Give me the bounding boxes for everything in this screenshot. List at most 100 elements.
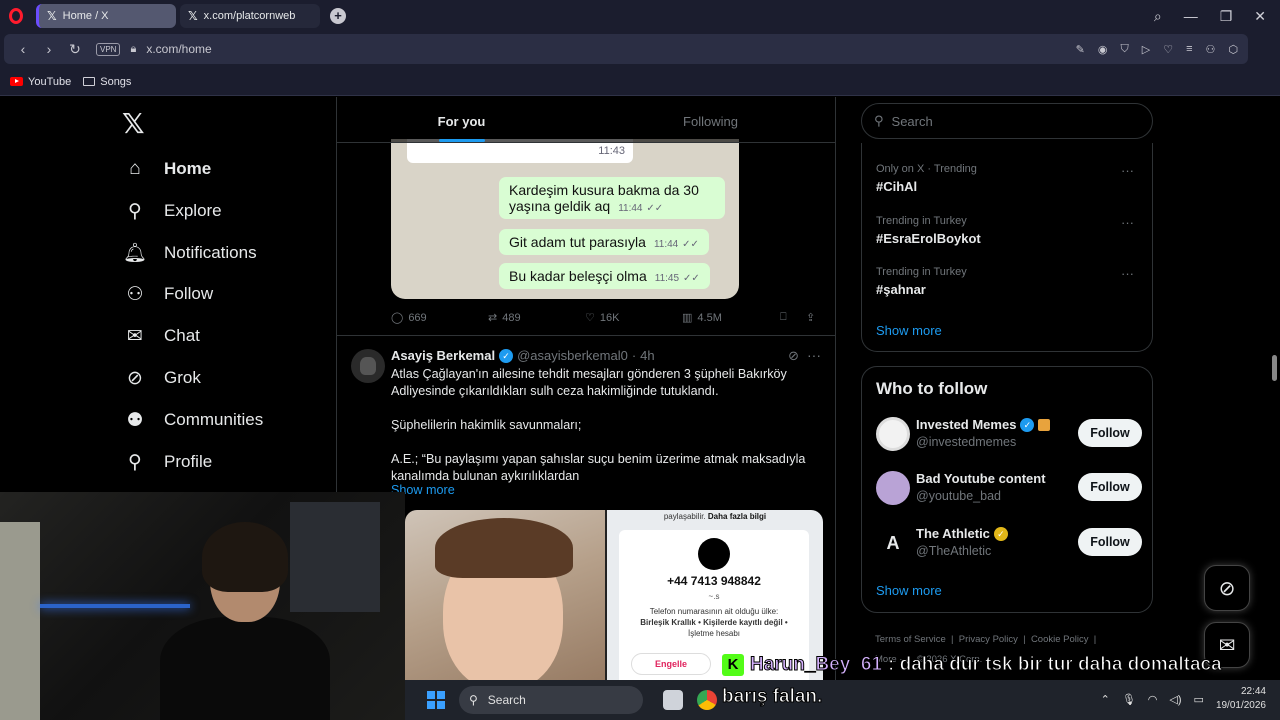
vpn-badge[interactable]: VPN bbox=[96, 42, 121, 56]
new-tab-button[interactable]: + bbox=[330, 8, 346, 24]
share-button[interactable]: ⇪ bbox=[806, 311, 815, 324]
nav-follow[interactable]: ⚇ Follow bbox=[124, 279, 213, 309]
browser-tab-bar: 𝕏 Home / X 𝕏 x.com/platcornweb + ⌕ — ❐ ✕ bbox=[0, 0, 1280, 32]
play-icon[interactable]: ▷ bbox=[1142, 43, 1150, 56]
trend-meta: Trending in Turkey bbox=[876, 215, 967, 227]
avatar[interactable] bbox=[876, 471, 910, 505]
more-options-icon[interactable]: ··· bbox=[1121, 215, 1134, 230]
wifi-icon[interactable]: ◠ bbox=[1148, 693, 1158, 706]
author-handle[interactable]: @asayisberkemal0 bbox=[517, 348, 628, 363]
windows-start-icon[interactable] bbox=[427, 691, 445, 709]
tab-home-x[interactable]: 𝕏 Home / X bbox=[36, 4, 176, 28]
search-input[interactable]: ⚲ Search bbox=[861, 103, 1153, 139]
trends-show-more[interactable]: Show more bbox=[876, 323, 942, 338]
more-options-icon[interactable]: ··· bbox=[1121, 266, 1134, 281]
post-time[interactable]: 4h bbox=[640, 348, 654, 363]
country-line: Birleşik Krallık • Kişilerde kayıtlı değ… bbox=[640, 618, 788, 627]
camera-icon[interactable]: ◉ bbox=[1098, 43, 1108, 56]
author-name[interactable]: Asayiş Berkemal bbox=[391, 348, 495, 363]
scrollbar-thumb[interactable] bbox=[1272, 355, 1277, 381]
the-athletic-logo-icon[interactable]: A bbox=[876, 526, 910, 560]
microphone-icon[interactable]: 🎙︎ bbox=[1122, 693, 1136, 706]
footer-link[interactable]: Terms of Service bbox=[875, 634, 946, 645]
nav-label: Explore bbox=[164, 201, 222, 220]
nav-chat[interactable]: ✉ Chat bbox=[124, 321, 200, 351]
shield-icon[interactable]: ⛉ bbox=[1121, 43, 1129, 56]
battery-icon[interactable]: ▭ bbox=[1194, 693, 1204, 706]
post-text: Atlas Çağlayan'ın ailesine tehdit mesajl… bbox=[391, 366, 823, 502]
grok-icon[interactable]: ⊘ bbox=[788, 348, 799, 364]
nav-grok[interactable]: ⊘ Grok bbox=[124, 363, 201, 393]
nav-communities[interactable]: ⚉ Communities bbox=[124, 405, 263, 435]
who-to-follow-show-more[interactable]: Show more bbox=[876, 583, 942, 598]
bell-icon: 🔔︎ bbox=[122, 243, 148, 264]
account-icon[interactable]: ⚇ bbox=[1206, 43, 1216, 56]
heart-icon[interactable]: ♡ bbox=[1163, 43, 1173, 56]
contact-country: Telefon numarasının ait olduğu ülke: Bir… bbox=[619, 606, 809, 639]
nav-home[interactable]: ⌂ Home bbox=[124, 154, 211, 184]
follow-suggestion[interactable]: Bad Youtube content @youtube_bad Follow bbox=[876, 468, 1142, 508]
views-count: 4.5M bbox=[697, 311, 722, 324]
page-scrollbar[interactable] bbox=[1270, 100, 1278, 381]
task-view-icon[interactable] bbox=[663, 690, 683, 710]
follow-button[interactable]: Follow bbox=[1078, 473, 1142, 501]
edit-icon[interactable]: ✎ bbox=[1076, 43, 1085, 56]
minimize-button[interactable]: — bbox=[1184, 8, 1198, 24]
name-text: Invested Memes bbox=[916, 417, 1017, 432]
trend-item[interactable]: Trending in Turkey #EsraErolBoykot ··· bbox=[876, 215, 1140, 246]
x-logo-icon[interactable]: 𝕏 bbox=[122, 107, 145, 140]
youtube-icon bbox=[10, 77, 23, 86]
views-button[interactable]: ▥ 4.5M bbox=[682, 311, 780, 325]
url-text[interactable]: x.com/home bbox=[146, 42, 211, 56]
trend-item[interactable]: Only on X · Trending #CihAl ··· bbox=[876, 163, 1140, 194]
follow-button[interactable]: Follow bbox=[1078, 528, 1142, 556]
footer-link[interactable]: Privacy Policy bbox=[959, 634, 1018, 645]
back-button[interactable]: ‹ bbox=[10, 41, 36, 57]
maximize-button[interactable]: ❐ bbox=[1220, 8, 1233, 25]
footer-link[interactable]: Cookie Policy bbox=[1031, 634, 1089, 645]
chrome-icon[interactable] bbox=[697, 690, 717, 710]
lock-icon[interactable]: 🔒︎ bbox=[130, 43, 136, 56]
extension-cube-icon[interactable]: ⬡ bbox=[1228, 43, 1238, 56]
nav-explore[interactable]: ⚲ Explore bbox=[124, 196, 222, 226]
verified-badge-icon: ✓ bbox=[1020, 417, 1035, 432]
follow-button[interactable]: Follow bbox=[1078, 419, 1142, 447]
bookmark-youtube[interactable]: YouTube bbox=[10, 76, 71, 88]
clock[interactable]: 22:44 19/01/2026 bbox=[1216, 685, 1266, 713]
opera-menu-icon[interactable] bbox=[0, 0, 32, 32]
trend-item[interactable]: Trending in Turkey #şahnar ··· bbox=[876, 266, 1140, 297]
menu-icon[interactable]: ≡ bbox=[1186, 43, 1192, 56]
timeline: For you Following 11:43 Kardeşim kusura … bbox=[336, 97, 836, 720]
bubble-time: 11:44 bbox=[653, 239, 679, 250]
tab-search-icon[interactable]: ⌕ bbox=[1154, 8, 1162, 25]
reload-button[interactable]: ↻ bbox=[62, 41, 88, 58]
grok-floating-button[interactable]: ⊘ bbox=[1204, 565, 1250, 611]
repost-button[interactable]: ⇄ 489 bbox=[488, 311, 585, 325]
post-image-chat-screenshot[interactable]: 11:43 Kardeşim kusura bakma da 30 yaşına… bbox=[391, 139, 739, 299]
bookmark-button[interactable]: ⎕ bbox=[780, 311, 806, 324]
chat-bubble: Git adam tut parasıyla 11:44 ✓✓ bbox=[499, 229, 709, 255]
more-options-icon[interactable]: ··· bbox=[1121, 163, 1134, 178]
follow-suggestion[interactable]: A The Athletic ✓ @TheAthletic Follow bbox=[876, 523, 1142, 563]
chat-bubble: Kardeşim kusura bakma da 30 yaşına geldi… bbox=[499, 177, 725, 219]
volume-icon[interactable]: ◁) bbox=[1169, 693, 1181, 706]
tab-following[interactable]: Following bbox=[586, 97, 835, 142]
taskbar-search[interactable]: ⚲ Search bbox=[459, 686, 643, 714]
search-icon: ⚲ bbox=[128, 200, 142, 222]
nav-profile[interactable]: ⚲ Profile bbox=[124, 447, 212, 477]
more-options-icon[interactable]: ··· bbox=[807, 347, 821, 363]
bookmark-songs[interactable]: Songs bbox=[83, 76, 131, 88]
avatar[interactable] bbox=[351, 349, 385, 383]
tab-for-you[interactable]: For you bbox=[337, 97, 586, 142]
close-window-button[interactable]: ✕ bbox=[1254, 8, 1266, 25]
forward-button[interactable]: › bbox=[36, 41, 62, 57]
nav-notifications[interactable]: 🔔︎ Notifications bbox=[122, 238, 257, 268]
repost-count: 489 bbox=[502, 311, 521, 324]
tab-platcornweb[interactable]: 𝕏 x.com/platcornweb bbox=[180, 4, 320, 28]
follow-suggestion[interactable]: Invested Memes ✓ @investedmemes Follow bbox=[876, 414, 1142, 454]
like-button[interactable]: ♡ 16K bbox=[585, 311, 682, 325]
avatar[interactable] bbox=[876, 417, 910, 451]
reply-button[interactable]: ◯ 669 bbox=[391, 311, 488, 325]
address-bar[interactable]: ‹ › ↻ VPN 🔒︎ x.com/home ✎ ◉ ⛉ ▷ ♡ ≡ ⚇ ⬡ bbox=[4, 34, 1248, 64]
chevron-up-icon[interactable]: ⌃ bbox=[1101, 693, 1110, 706]
